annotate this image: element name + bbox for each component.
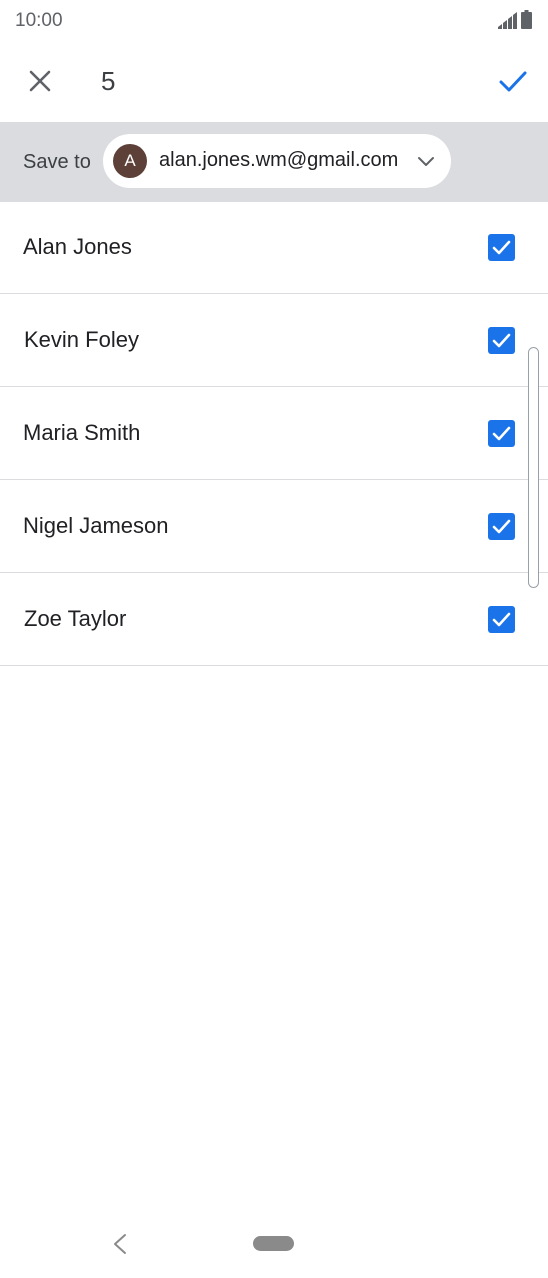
checkmark-icon [492,519,511,534]
contact-checkbox[interactable] [488,513,515,540]
home-pill[interactable] [253,1236,294,1251]
contact-checkbox[interactable] [488,234,515,261]
action-bar: 5 [0,42,548,122]
status-bar: 10:00 [0,0,548,42]
scrollbar[interactable] [528,347,539,588]
contact-name: Nigel Jameson [23,513,169,538]
checkmark-icon [492,240,511,255]
contact-name: Kevin Foley [24,327,139,352]
save-to-label: Save to [23,151,91,173]
contact-list: Alan Jones Kevin Foley Maria Smith Nigel… [0,201,548,666]
contact-checkbox[interactable] [488,327,515,354]
checkmark-icon [492,426,511,441]
save-to-bar: Save to A alan.jones.wm@gmail.com [0,122,548,202]
contact-name: Zoe Taylor [24,606,127,631]
contact-name: Alan Jones [23,234,132,259]
list-item[interactable]: Alan Jones [0,201,548,294]
account-selector[interactable]: A alan.jones.wm@gmail.com [103,134,451,188]
status-time: 10:00 [15,10,63,31]
contact-name: Maria Smith [23,420,141,445]
contact-checkbox[interactable] [488,420,515,447]
list-item[interactable]: Maria Smith [0,387,548,480]
back-icon[interactable] [109,1232,131,1256]
list-item[interactable]: Nigel Jameson [0,480,548,573]
battery-icon [521,10,532,29]
check-icon[interactable] [496,64,530,98]
selected-count: 5 [101,66,116,96]
screen: 10:00 5 Save to A alan.jones.wm@gmail.co… [0,0,548,1278]
list-item[interactable]: Zoe Taylor [0,573,548,666]
checkmark-icon [492,612,511,627]
contact-checkbox[interactable] [488,606,515,633]
list-item[interactable]: Kevin Foley [0,294,548,387]
avatar: A [113,144,147,178]
signal-icon [498,12,517,29]
close-icon[interactable] [25,66,55,96]
checkmark-icon [492,333,511,348]
account-email: alan.jones.wm@gmail.com [159,149,399,171]
chevron-down-icon [418,157,434,166]
